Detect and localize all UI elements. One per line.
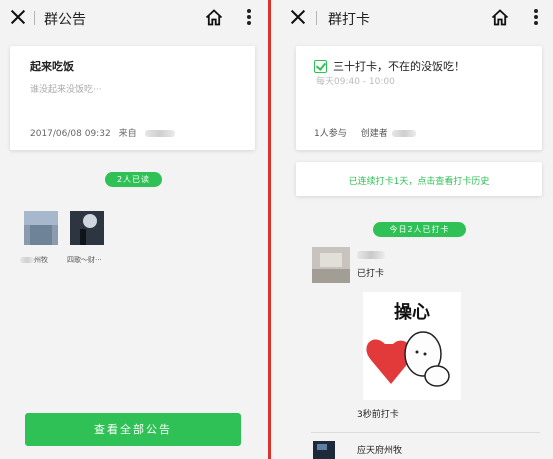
history-card[interactable]: 已连续打卡1天，点击查看打卡历史 [296,162,542,196]
member-avatar[interactable] [313,441,335,459]
list-divider [311,432,540,433]
announcement-card[interactable]: 起来吃饭 谁没起来没饭吃··· 2017/06/08 09:32 来自 [10,46,255,150]
member-name: 应天府州牧 [357,446,403,456]
blurred-name [20,257,34,263]
more-icon[interactable] [534,9,538,27]
title-separator [316,11,317,25]
view-all-announcements-button[interactable]: 查看全部公告 [25,413,241,446]
reader-avatar[interactable] [24,211,58,245]
participant-count: 1人参与 [314,129,347,139]
checkin-meta: 1人参与 创建者 [314,126,430,139]
home-icon[interactable] [205,9,223,26]
member-avatar[interactable] [312,247,350,283]
page-title: 群公告 [44,12,86,28]
blurred-member-name [357,251,385,259]
blurred-author [144,130,175,137]
checkin-time: 3秒前打卡 [357,410,399,420]
heart-sticker-image[interactable]: 操心 [363,292,461,400]
reader-avatar[interactable] [70,211,104,245]
checkbox-icon [314,60,327,73]
announcement-body: 谁没起来没饭吃··· [30,85,102,95]
sticker-caption: 操心 [394,301,430,323]
checkin-schedule: 每天09:40 - 10:00 [316,77,395,87]
checkin-card[interactable]: 三十打卡，不在的没饭吃！ 每天09:40 - 10:00 1人参与 创建者 [296,46,542,150]
read-count-badge: 2人已读 [105,172,162,187]
blurred-creator [391,130,416,137]
announcement-datetime: 2017/06/08 09:32 [30,129,111,139]
creator-label: 创建者 [360,129,388,139]
page-title: 群打卡 [328,12,370,28]
checkin-title: 三十打卡，不在的没饭吃！ [333,60,465,73]
more-icon[interactable] [247,9,251,27]
close-icon[interactable] [290,9,306,25]
announcement-title: 起来吃饭 [30,60,74,73]
announcement-from-label: 来自 [118,129,137,139]
top-bar: 群打卡 [271,0,553,36]
checkin-history-link[interactable]: 已连续打卡1天，点击查看打卡历史 [296,174,542,187]
reader-name: 州牧 [20,255,48,265]
checkin-status: 已打卡 [357,269,385,279]
close-icon[interactable] [10,9,26,25]
today-checkin-badge: 今日2人已打卡 [373,222,466,237]
announcement-pane: 群公告 起来吃饭 谁没起来没饭吃··· 2017/06/08 09:32 来自 2… [0,0,268,459]
home-icon[interactable] [491,9,509,26]
title-separator [34,11,35,25]
top-bar: 群公告 [0,0,268,36]
announcement-meta: 2017/06/08 09:32 来自 [30,126,183,139]
reader-name: 四歌～财··· [67,256,102,264]
